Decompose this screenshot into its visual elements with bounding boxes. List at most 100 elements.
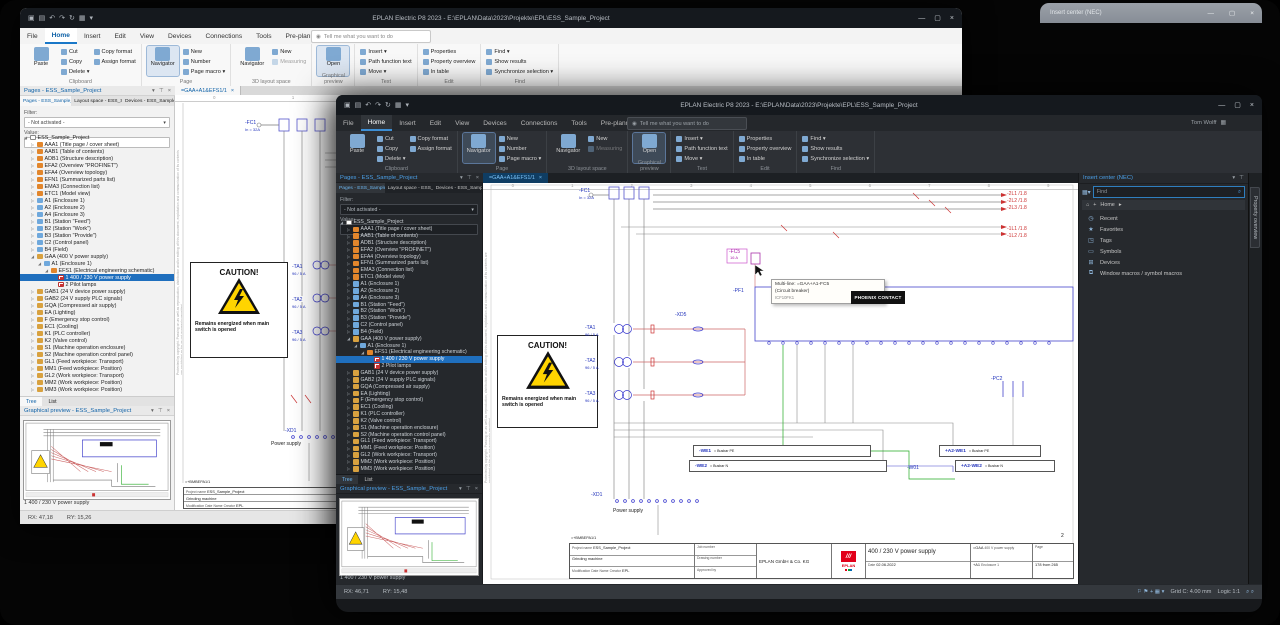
tree-item[interactable]: ▷K1 (PLC controller): [336, 411, 482, 418]
tree-item[interactable]: ▷GL1 (Feed workpiece: Transport): [20, 358, 174, 365]
expand-arrow-icon[interactable]: ▷: [30, 303, 35, 308]
tree-item[interactable]: ▷S2 (Machine operation control panel): [20, 351, 174, 358]
expand-arrow-icon[interactable]: ▷: [346, 466, 351, 471]
dock-tab-1[interactable]: Layout space - ESS_Sa...: [71, 96, 122, 106]
insert-center-header[interactable]: Insert center (NEC) ▾⊤: [1079, 173, 1248, 184]
ribbon-tab-home[interactable]: Home: [45, 28, 77, 44]
paste-button[interactable]: Paste: [25, 46, 57, 76]
window-controls[interactable]: — ▢ ×: [918, 8, 954, 28]
dock-tab-0[interactable]: Pages - ESS_Sample_P...: [336, 183, 385, 193]
dock-tab-0[interactable]: Pages - ESS_Sample_P...: [20, 96, 71, 106]
expand-arrow-icon[interactable]: ▷: [346, 295, 351, 300]
expand-arrow-icon[interactable]: ◢: [23, 135, 28, 140]
new-button[interactable]: New: [499, 134, 542, 143]
filter-dropdown[interactable]: - Not activated -▾: [24, 117, 170, 128]
move-button[interactable]: Move ▾: [676, 154, 727, 163]
tree-item[interactable]: ▷B3 (Station "Provide"): [20, 232, 174, 239]
ribbon-tab-view[interactable]: View: [133, 28, 161, 44]
tree-item[interactable]: ▷EFA2 (Overview "PROFINET"): [336, 246, 482, 253]
number-button[interactable]: Number: [499, 144, 542, 153]
tree-item[interactable]: ▷C2 (Control panel): [20, 239, 174, 246]
expand-arrow-icon[interactable]: ▷: [346, 302, 351, 307]
copy-format-button[interactable]: Copy format: [410, 134, 452, 143]
home-icon[interactable]: ⌂: [1086, 202, 1089, 208]
tree-item[interactable]: ◢EFS1 (Electrical engineering schematic): [20, 267, 174, 274]
tree-item[interactable]: ▷AAA1 (Title page / cover sheet): [20, 141, 174, 148]
property-overview-tab[interactable]: Property overview: [1250, 187, 1260, 248]
expand-arrow-icon[interactable]: ▷: [30, 387, 35, 392]
page-macro-button[interactable]: Page macro ▾: [499, 154, 542, 163]
qat-icon[interactable]: ↶: [365, 101, 371, 109]
tree-item[interactable]: ▷GAB1 (24 V device power supply): [20, 288, 174, 295]
expand-arrow-icon[interactable]: ▷: [346, 282, 351, 287]
tree-item[interactable]: ▷AAB1 (Table of contents): [336, 233, 482, 240]
tree-item[interactable]: ▷A2 (Enclosure 2): [20, 204, 174, 211]
tree-item[interactable]: ▷K2 (Valve control): [336, 417, 482, 424]
expand-arrow-icon[interactable]: ▷: [30, 373, 35, 378]
tree-item[interactable]: ▷EFN1 (Summarized parts list): [336, 260, 482, 267]
tree-item[interactable]: ▷B2 (Station "Work"): [20, 225, 174, 232]
tree-item[interactable]: ▷A4 (Enclosure 3): [336, 294, 482, 301]
tree-item[interactable]: ▷MM2 (Work workpiece: Position): [336, 459, 482, 466]
pages-panel-header[interactable]: Pages - ESS_Sample_Project ▾⊤×: [336, 173, 483, 183]
expand-arrow-icon[interactable]: ▷: [30, 226, 35, 231]
page-macro-button[interactable]: Page macro ▾: [183, 67, 226, 76]
assign-format-button[interactable]: Assign format: [410, 144, 452, 153]
add-icon[interactable]: +: [1093, 202, 1096, 208]
expand-arrow-icon[interactable]: ◢: [339, 220, 344, 225]
tree-item[interactable]: ▷GL2 (Work workpiece: Transport): [336, 452, 482, 459]
panel-header-icons[interactable]: ▾⊤×: [151, 408, 170, 414]
tree-item[interactable]: ▷EMA3 (Connection list): [20, 183, 174, 190]
graphical-preview-thumbnail[interactable]: [339, 498, 479, 576]
expand-arrow-icon[interactable]: ▷: [346, 268, 351, 273]
tree-item[interactable]: ◢EFS1 (Electrical engineering schematic): [336, 349, 482, 356]
expand-arrow-icon[interactable]: ▷: [30, 289, 35, 294]
ribbon-tab-edit[interactable]: Edit: [107, 28, 132, 44]
panel-header-icons[interactable]: ▾⊤×: [152, 88, 171, 94]
tree-item[interactable]: ▷F (Emergency stop control): [336, 397, 482, 404]
tell-me-search[interactable]: ◉ Tell me what you want to do: [311, 30, 431, 43]
close-button[interactable]: ×: [1250, 102, 1254, 109]
pages-panel-header[interactable]: Pages - ESS_Sample_Project ▾⊤×: [20, 86, 175, 96]
tree-item[interactable]: ▷S1 (Machine operation enclosure): [20, 344, 174, 351]
assign-format-button[interactable]: Assign format: [94, 57, 136, 66]
ribbon-tab-devices[interactable]: Devices: [161, 28, 198, 44]
delete-button[interactable]: Delete ▾: [61, 67, 90, 76]
maximize-button[interactable]: ▢: [1234, 101, 1241, 109]
expand-arrow-icon[interactable]: ▷: [30, 359, 35, 364]
window-controls[interactable]: — ▢ ×: [1218, 95, 1254, 115]
insert-center-item-tags[interactable]: ◳Tags: [1079, 235, 1248, 246]
tree-item[interactable]: ▷B4 (Field): [20, 246, 174, 253]
expand-arrow-icon[interactable]: ▷: [346, 234, 351, 239]
ribbon-tab-connections[interactable]: Connections: [514, 115, 565, 131]
insert-center-item-favorites[interactable]: ★Favorites: [1079, 224, 1248, 235]
path-function-text-button[interactable]: Path function text: [676, 144, 727, 153]
expand-arrow-icon[interactable]: ◢: [353, 343, 358, 348]
tell-me-search[interactable]: ◉ Tell me what you want to do: [627, 117, 747, 130]
delete-button[interactable]: Delete ▾: [377, 154, 406, 163]
tree-item[interactable]: ◢ESS_Sample_Project: [20, 134, 174, 141]
tree-item[interactable]: ◢ESS_Sample_Project: [336, 219, 482, 226]
tree-item[interactable]: ▷K2 (Valve control): [20, 337, 174, 344]
insert-button[interactable]: Insert ▾: [360, 47, 411, 56]
tree-item[interactable]: ▷ADB1 (Structure description): [20, 155, 174, 162]
tree-item[interactable]: ▷MM1 (Feed workpiece: Position): [336, 445, 482, 452]
expand-arrow-icon[interactable]: ▷: [346, 370, 351, 375]
ribbon-tab-tools[interactable]: Tools: [249, 28, 278, 44]
navigator-button[interactable]: Navigator: [463, 133, 495, 163]
expand-arrow-icon[interactable]: ▷: [346, 446, 351, 451]
qat-icon[interactable]: ▾: [90, 14, 94, 22]
tree-item[interactable]: ▷EFA4 (Overview topology): [20, 169, 174, 176]
insert-center-item-recent[interactable]: ◷Recent: [1079, 213, 1248, 224]
tree-item[interactable]: ▷S2 (Machine operation control panel): [336, 431, 482, 438]
tree-item[interactable]: ▷ETC1 (Model view): [336, 274, 482, 281]
document-tab[interactable]: =GAA+A1&EFS1/1 ×: [483, 173, 548, 183]
navigator-button[interactable]: Navigator: [147, 46, 179, 76]
copy-format-button[interactable]: Copy format: [94, 47, 136, 56]
close-button[interactable]: ×: [950, 15, 954, 22]
quick-access-toolbar[interactable]: ▣▤↶↷↻▦▾: [336, 101, 409, 109]
expand-arrow-icon[interactable]: ▷: [346, 439, 351, 444]
dock-tab-2[interactable]: Devices - ESS_Sample_...: [122, 96, 174, 106]
preview-panel-header[interactable]: Graphical preview - ESS_Sample_Project ▾…: [20, 406, 174, 416]
tree-item[interactable]: ▷ETC1 (Model view): [20, 190, 174, 197]
